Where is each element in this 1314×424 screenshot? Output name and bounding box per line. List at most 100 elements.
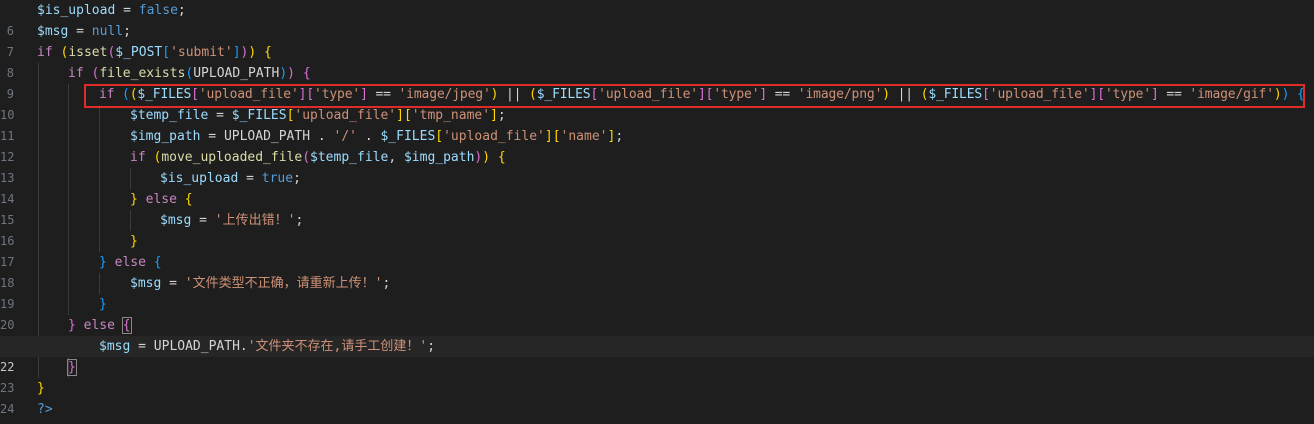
code-line[interactable]: 23 }: [0, 357, 1314, 395]
code-token: {: [302, 66, 311, 81]
code-token: =: [161, 276, 185, 291]
code-token: {: [121, 317, 132, 334]
code-token: '文件类型不正确，请重新上传！': [184, 276, 383, 291]
code-token: ;: [177, 3, 186, 18]
code-token: ;: [123, 24, 131, 39]
code-token: 'tmp_name': [411, 108, 491, 123]
code-token: =: [191, 213, 215, 228]
code-line[interactable]: 13 if (move_uploaded_file($temp_file, $i…: [0, 147, 1314, 185]
code-line[interactable]: 12 $img_path = UPLOAD_PATH . '/' . $_FIL…: [0, 126, 1314, 164]
code-token: }: [130, 234, 138, 249]
code-token: ): [287, 66, 295, 81]
code-token: $msg: [130, 276, 162, 291]
line-number: 25: [0, 420, 14, 424]
code-token: 'upload_file': [443, 129, 545, 144]
code-token: '上传出错！': [214, 213, 296, 228]
code-line[interactable]: 20 }: [0, 294, 1314, 332]
code-token: $msg: [99, 339, 131, 354]
code-token: ?>: [37, 402, 53, 417]
code-line[interactable]: 18 } else {: [0, 252, 1314, 290]
code-token: $img_path: [130, 129, 201, 144]
code-token: ;: [293, 171, 301, 186]
code-token: {: [184, 192, 193, 207]
code-token: if: [37, 45, 53, 60]
code-token: ): [482, 150, 491, 165]
code-token: ;: [497, 108, 506, 123]
code-token: $msg: [37, 24, 69, 39]
code-token: 'name': [560, 129, 608, 144]
code-token: ]: [396, 108, 404, 123]
code-token: =: [130, 339, 154, 354]
code-token: $img_path: [403, 150, 475, 165]
code-token: }: [68, 318, 76, 333]
code-line[interactable]: 9 if (file_exists(UPLOAD_PATH)) {: [0, 63, 1314, 101]
code-token: }: [67, 359, 77, 376]
code-line[interactable]: 6 $is_upload = false;: [0, 0, 1314, 38]
code-token: (: [302, 150, 311, 165]
code-token: if: [130, 150, 146, 165]
code-token: null: [91, 24, 124, 39]
code-line[interactable]: 16 $msg = '上传出错！';: [0, 210, 1314, 248]
code-token: UPLOAD_PATH: [223, 129, 311, 144]
code-line[interactable]: 25 ?>: [0, 399, 1314, 424]
code-token: .: [239, 339, 248, 354]
code-token: $is_upload: [160, 171, 239, 186]
code-token: {: [153, 255, 162, 270]
code-token: ;: [382, 276, 391, 291]
code-token: ;: [427, 339, 436, 354]
code-token: }: [99, 255, 107, 270]
code-token: UPLOAD_PATH: [153, 339, 240, 354]
code-token: =: [115, 3, 139, 18]
code-token: $_FILES: [231, 108, 287, 123]
code-token: $temp_file: [310, 150, 389, 165]
code-token: move_uploaded_file: [161, 150, 303, 165]
code-line[interactable]: 14 $is_upload = true;: [0, 168, 1314, 206]
current-code-line[interactable]: 22 $msg = UPLOAD_PATH.'文件夹不存在,请手工创建！';: [0, 336, 1314, 374]
code-line[interactable]: 11 $temp_file = $_FILES['upload_file']['…: [0, 105, 1314, 143]
code-token: ;: [615, 129, 624, 144]
code-token: ]: [544, 129, 553, 144]
code-token: $_POST: [115, 45, 163, 60]
code-token: $is_upload: [37, 3, 116, 18]
code-token: =: [68, 24, 92, 39]
code-token: }: [37, 381, 45, 396]
code-token: .: [310, 129, 334, 144]
code-token: ]: [490, 108, 498, 123]
code-line[interactable]: 8 if (isset($_POST['submit'])) {: [0, 42, 1314, 80]
code-token: isset: [68, 45, 108, 60]
code-token: [: [435, 129, 444, 144]
code-token: =: [200, 129, 224, 144]
highlight-annotation-box: [84, 84, 1305, 108]
code-token: {: [264, 45, 272, 60]
code-line[interactable]: 24 }: [0, 378, 1314, 416]
code-token: false: [138, 3, 178, 18]
code-line[interactable]: 21 } else {: [0, 315, 1314, 353]
code-token: true: [261, 171, 294, 186]
code-line[interactable]: 17 }: [0, 231, 1314, 269]
code-line[interactable]: 7 $msg = null;: [0, 21, 1314, 59]
code-token: if: [68, 66, 84, 81]
code-editor[interactable]: 6 $is_upload = false; 7 $msg = null; 8 i…: [0, 0, 1314, 424]
code-token: =: [208, 108, 232, 123]
code-token: ]: [232, 45, 241, 60]
code-token: [: [552, 129, 561, 144]
code-token: else: [114, 255, 146, 270]
code-token: ;: [295, 213, 304, 228]
code-token: 'upload_file': [294, 108, 397, 123]
code-token: ): [279, 66, 288, 81]
code-line[interactable]: 19 $msg = '文件类型不正确，请重新上传！';: [0, 273, 1314, 311]
code-token: else: [83, 318, 115, 333]
code-line[interactable]: 15 } else {: [0, 189, 1314, 227]
code-token: $temp_file: [130, 108, 209, 123]
code-token: .: [357, 129, 381, 144]
code-token: [: [403, 108, 412, 123]
code-token: else: [145, 192, 177, 207]
